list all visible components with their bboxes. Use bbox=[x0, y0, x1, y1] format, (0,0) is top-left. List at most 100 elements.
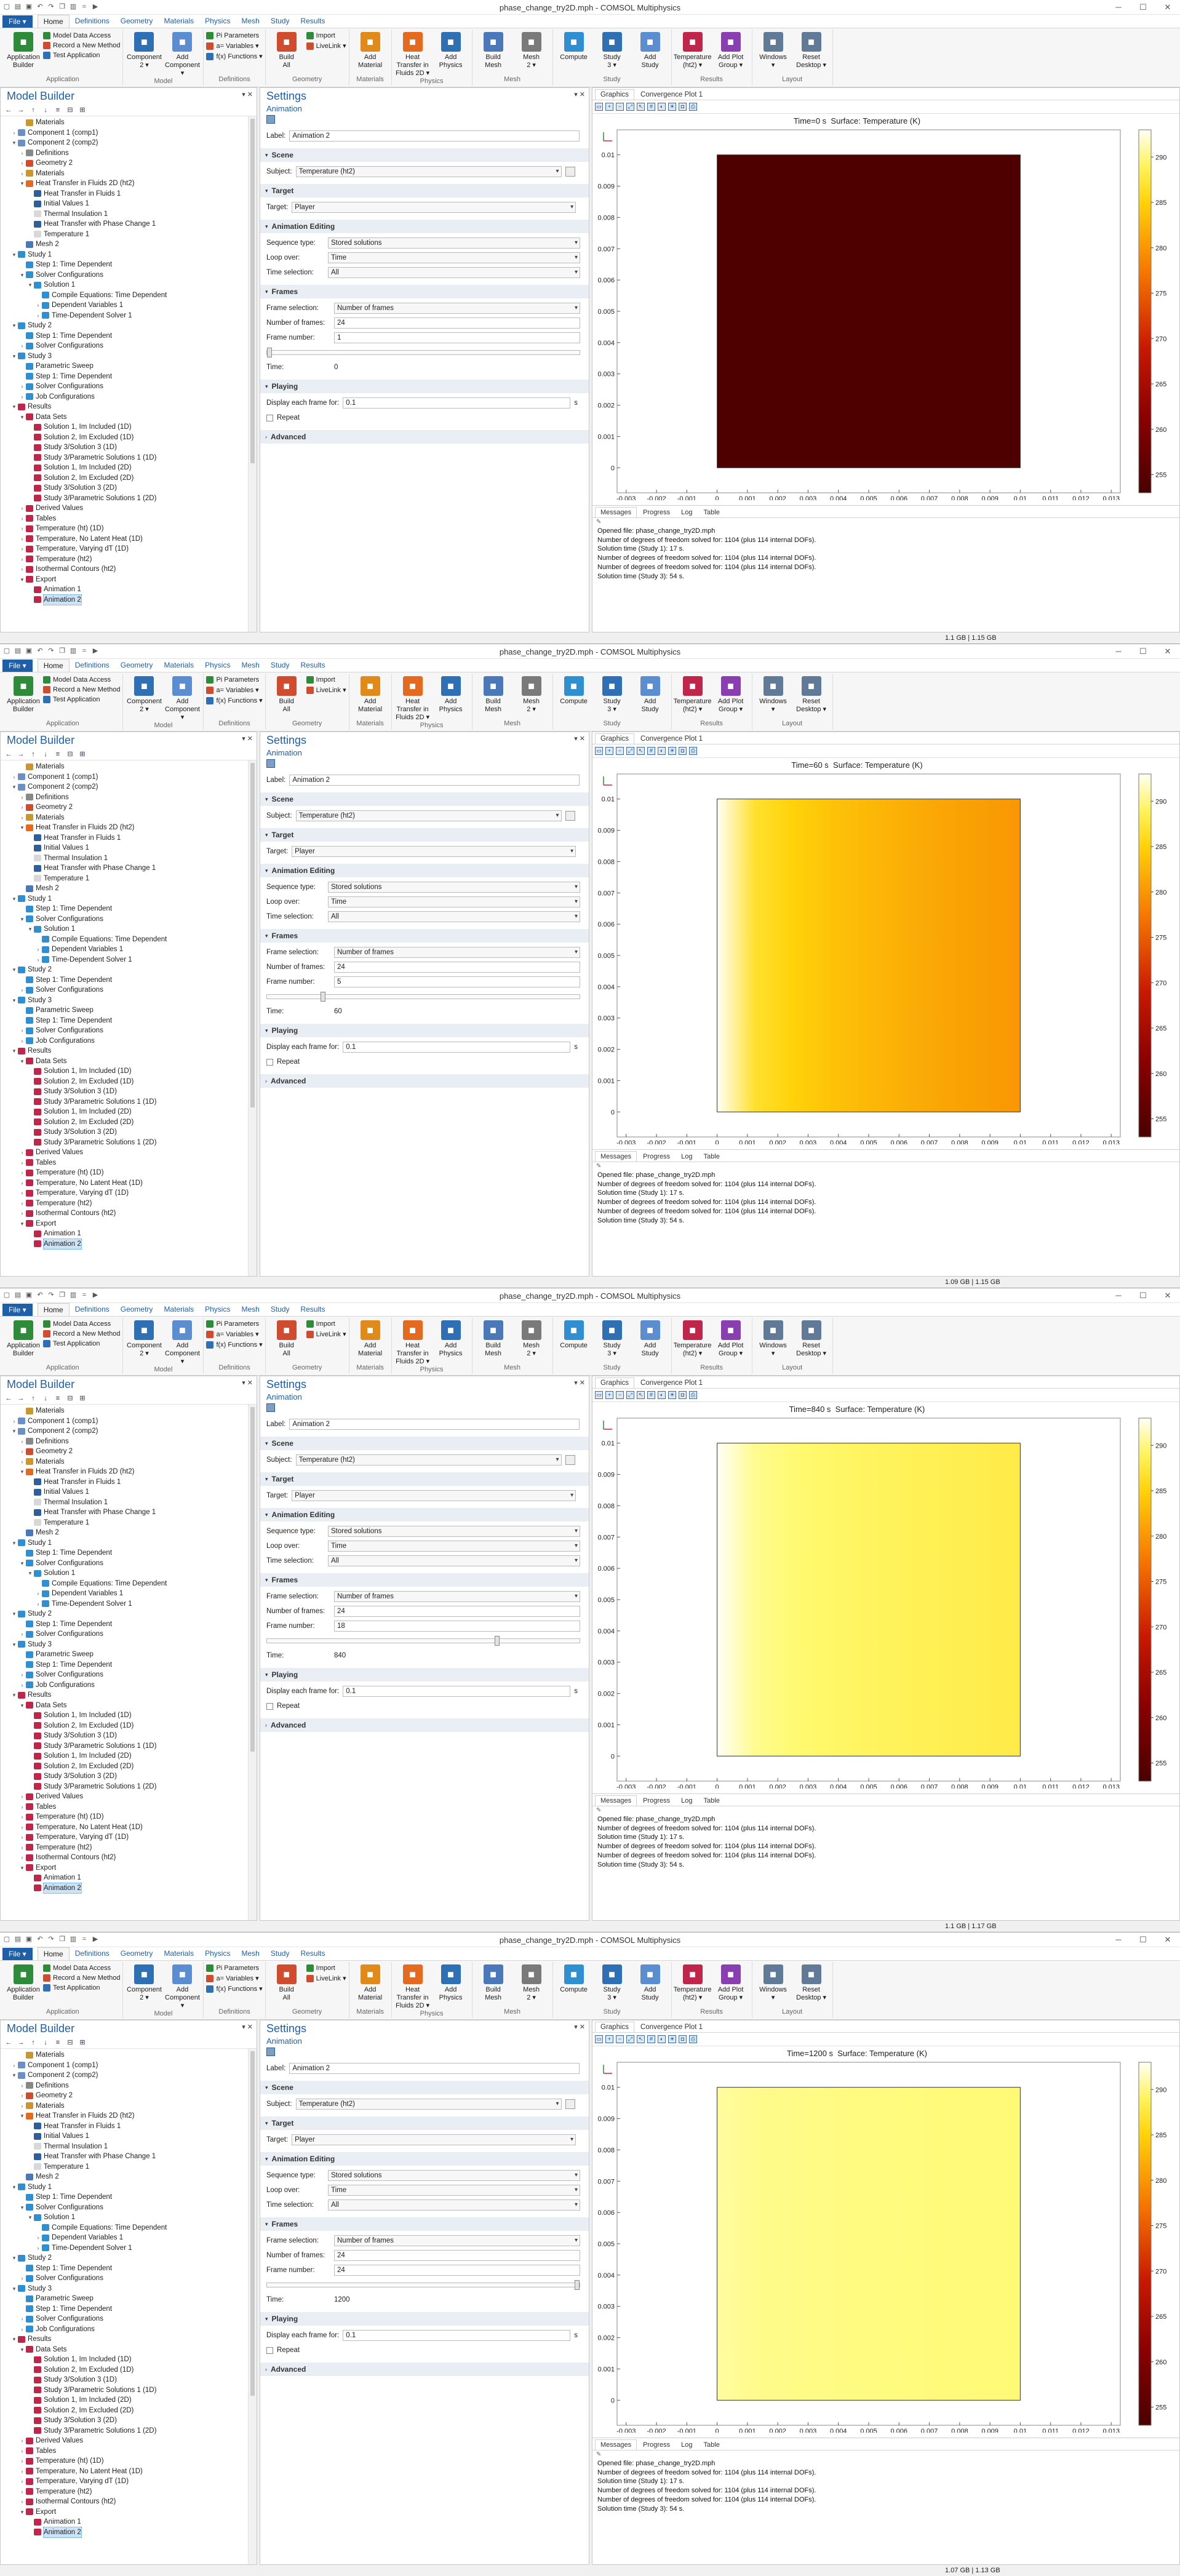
scene-light-icon[interactable]: ☀ bbox=[668, 103, 676, 111]
expand-arrow-icon[interactable]: › bbox=[35, 300, 41, 311]
tree-node[interactable]: › Solver Configurations bbox=[3, 1026, 254, 1036]
tree-node[interactable]: ▾ Solver Configurations bbox=[3, 270, 254, 281]
back-icon[interactable]: ← bbox=[4, 106, 13, 114]
back-icon[interactable]: ← bbox=[4, 1394, 13, 1403]
expand-arrow-icon[interactable]: › bbox=[19, 1457, 25, 1467]
add-component-button[interactable]: ■ Add Component ▾ bbox=[164, 30, 201, 78]
frame-number-field[interactable]: 24 bbox=[334, 2265, 580, 2276]
grid-icon[interactable]: # bbox=[647, 2035, 655, 2043]
tree-node[interactable]: Study 3/Solution 3 (2D) bbox=[3, 483, 254, 493]
expand-arrow-icon[interactable]: ▾ bbox=[11, 138, 17, 148]
expand-arrow-icon[interactable]: ▾ bbox=[19, 1701, 25, 1711]
tree-node[interactable]: Compile Equations: Time Dependent bbox=[3, 2223, 254, 2233]
expand-arrow-icon[interactable]: › bbox=[35, 944, 41, 955]
frame-selection-select[interactable]: Number of frames bbox=[334, 1591, 580, 1602]
tree-node[interactable]: Study 3/Parametric Solutions 1 (2D) bbox=[3, 2426, 254, 2436]
expand-arrow-icon[interactable]: ▾ bbox=[11, 1690, 17, 1701]
expand-arrow-icon[interactable]: › bbox=[19, 1026, 25, 1036]
expand-arrow-icon[interactable]: › bbox=[35, 955, 41, 965]
tree-node[interactable]: › Dependent Variables 1 bbox=[3, 1589, 254, 1599]
file-menu[interactable]: File ▾ bbox=[2, 659, 33, 672]
expand-arrow-icon[interactable]: ▾ bbox=[11, 2253, 17, 2263]
tree-node[interactable]: ▾ Component 2 (comp2) bbox=[3, 138, 254, 148]
frame-slider[interactable] bbox=[266, 2280, 580, 2290]
tree-node[interactable]: Study 3/Parametric Solutions 1 (2D) bbox=[3, 493, 254, 504]
collapse-all-icon[interactable]: ⊞ bbox=[78, 1394, 87, 1403]
tree-node[interactable]: Solution 1, Im Included (2D) bbox=[3, 2395, 254, 2406]
tree-node[interactable]: ▾ Study 1 bbox=[3, 2182, 254, 2193]
add-study-button[interactable]: ■ Add Study bbox=[632, 674, 669, 720]
tree-node[interactable]: Step 1: Time Dependent bbox=[3, 331, 254, 341]
expand-arrow-icon[interactable]: › bbox=[19, 514, 25, 524]
frame-selection-select[interactable]: Number of frames bbox=[334, 303, 580, 314]
tab-study[interactable]: Study bbox=[265, 1303, 295, 1316]
settings-pin-icon[interactable]: ▾ ✕ bbox=[574, 1379, 585, 1387]
number-of-frames-field[interactable]: 24 bbox=[334, 317, 580, 329]
section-target[interactable]: ▾ Target bbox=[260, 828, 589, 842]
number-of-frames-field[interactable]: 24 bbox=[334, 2250, 580, 2261]
windows-button[interactable]: ■ Windows ▾ bbox=[755, 30, 792, 76]
expand-arrow-icon[interactable]: › bbox=[19, 1036, 25, 1047]
tree-node[interactable]: Solution 2, Im Excluded (2D) bbox=[3, 473, 254, 484]
message-tab-messages[interactable]: Messages bbox=[595, 2439, 637, 2450]
loop-over-select[interactable]: Time bbox=[328, 2185, 580, 2196]
transparency-icon[interactable]: ◐ bbox=[658, 747, 666, 755]
zoom-box-icon[interactable]: ▭ bbox=[595, 2035, 603, 2043]
collapse-icon[interactable]: ↓ bbox=[41, 750, 50, 759]
tree-node[interactable]: Step 1: Time Dependent bbox=[3, 260, 254, 270]
sequence-type-select[interactable]: Stored solutions bbox=[328, 237, 580, 249]
plot-area[interactable]: Time=1200 s Surface: Temperature (K) -0.… bbox=[592, 2046, 1179, 2435]
ribbon-item-f-x-functions[interactable]: f(x) Functions ▾ bbox=[206, 1985, 263, 1993]
tree-node[interactable]: ▾ Heat Transfer in Fluids 2D (ht2) bbox=[3, 1467, 254, 1477]
expand-arrow-icon[interactable]: › bbox=[19, 2324, 25, 2335]
expand-arrow-icon[interactable]: ▾ bbox=[11, 2070, 17, 2081]
expand-arrow-icon[interactable]: › bbox=[35, 2233, 41, 2243]
tree-node[interactable]: ▾ Solution 1 bbox=[3, 924, 254, 935]
expand-arrow-icon[interactable]: › bbox=[19, 1822, 25, 1833]
heat-transfer-button[interactable]: ■ Heat Transfer in Fluids 2D ▾ bbox=[394, 1318, 431, 1366]
add-material-button[interactable]: ■ Add Material bbox=[352, 1318, 389, 1364]
tree-node[interactable]: Solution 1, Im Included (1D) bbox=[3, 1066, 254, 1077]
back-icon[interactable]: ← bbox=[4, 2038, 13, 2047]
expand-arrow-icon[interactable]: › bbox=[19, 1670, 25, 1680]
application-builder-button[interactable]: ■ Application Builder bbox=[5, 1318, 42, 1364]
target-select[interactable]: Player bbox=[292, 2134, 576, 2145]
tree-node[interactable]: Study 3/Solution 3 (1D) bbox=[3, 442, 254, 453]
expand-arrow-icon[interactable]: ▾ bbox=[19, 914, 25, 925]
tree-node[interactable]: Study 3/Parametric Solutions 1 (1D) bbox=[3, 1741, 254, 1752]
tree-node[interactable]: Solution 2, Im Excluded (2D) bbox=[3, 1117, 254, 1128]
tree-node[interactable]: Study 3/Solution 3 (2D) bbox=[3, 2415, 254, 2426]
tree-node[interactable]: › Dependent Variables 1 bbox=[3, 2233, 254, 2243]
tree-node[interactable]: › Temperature, No Latent Heat (1D) bbox=[3, 2466, 254, 2477]
expand-arrow-icon[interactable]: › bbox=[19, 1792, 25, 1802]
tree-node[interactable]: ▾ Solver Configurations bbox=[3, 1558, 254, 1569]
add-plot-group-button[interactable]: ■ Add Plot Group ▾ bbox=[712, 30, 749, 76]
add-physics-button[interactable]: ■ Add Physics bbox=[433, 1318, 469, 1366]
tree-node[interactable]: Temperature 1 bbox=[3, 1518, 254, 1528]
expand-arrow-icon[interactable]: › bbox=[19, 1168, 25, 1178]
tree-node[interactable]: Thermal Insulation 1 bbox=[3, 853, 254, 864]
tree-node[interactable]: Step 1: Time Dependent bbox=[3, 904, 254, 914]
time-selection-select[interactable]: All bbox=[328, 1555, 580, 1566]
time-selection-select[interactable]: All bbox=[328, 911, 580, 922]
tree-node[interactable]: Study 3/Solution 3 (2D) bbox=[3, 1771, 254, 1782]
frame-selection-select[interactable]: Number of frames bbox=[334, 2235, 580, 2246]
tree-node[interactable]: Study 3/Parametric Solutions 1 (1D) bbox=[3, 1097, 254, 1107]
snapshot-icon[interactable]: ◘ bbox=[679, 2035, 687, 2043]
expand-arrow-icon[interactable]: › bbox=[19, 2273, 25, 2284]
tree-node[interactable]: Initial Values 1 bbox=[3, 1487, 254, 1497]
tab-results[interactable]: Results bbox=[295, 1947, 331, 1960]
heat-transfer-button[interactable]: ■ Heat Transfer in Fluids 2D ▾ bbox=[394, 674, 431, 722]
tree-node[interactable]: › Isothermal Contours (ht2) bbox=[3, 1208, 254, 1219]
label-field[interactable]: Animation 2 bbox=[289, 1419, 580, 1430]
expand-arrow-icon[interactable]: › bbox=[19, 544, 25, 554]
study-button[interactable]: ■ Study 3 ▾ bbox=[594, 674, 631, 720]
add-component-button[interactable]: ■ Add Component ▾ bbox=[164, 1962, 201, 2010]
tree-node[interactable]: › Geometry 2 bbox=[3, 158, 254, 169]
tab-mesh[interactable]: Mesh bbox=[236, 1947, 265, 1960]
tree-node[interactable]: ▾ Data Sets bbox=[3, 2345, 254, 2355]
message-tab-log[interactable]: Log bbox=[676, 508, 697, 517]
tab-geometry[interactable]: Geometry bbox=[115, 1303, 159, 1316]
expand-arrow-icon[interactable]: ▾ bbox=[11, 351, 17, 362]
show-icon[interactable]: ≡ bbox=[54, 106, 62, 114]
